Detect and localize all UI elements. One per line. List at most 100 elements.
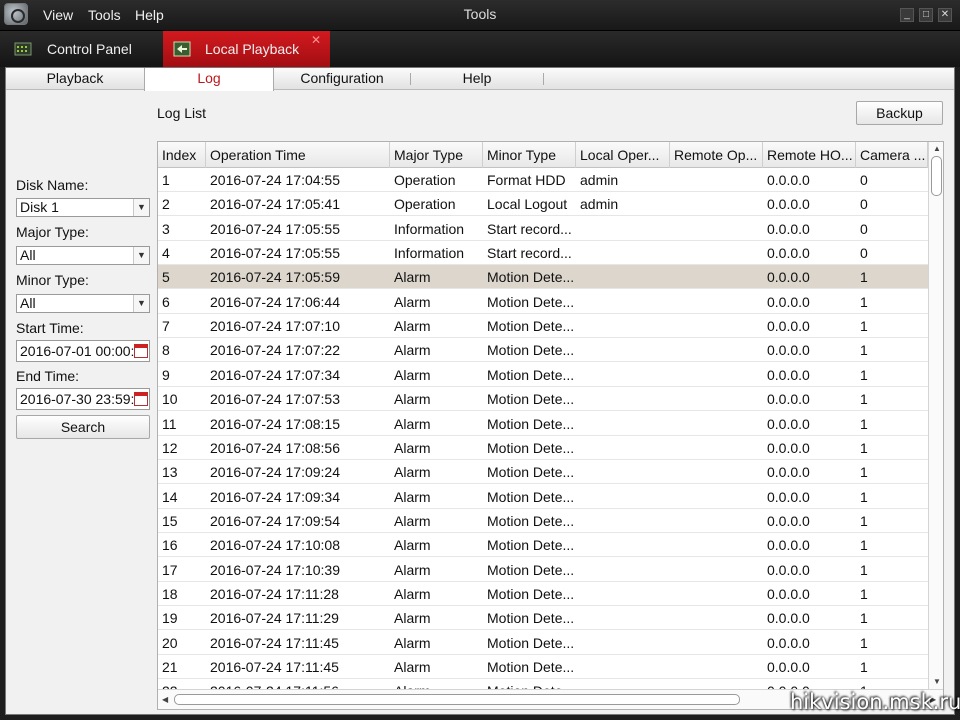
table-cell	[576, 412, 670, 436]
table-cell: Motion Dete...	[487, 634, 575, 651]
tab-playback[interactable]: Playback	[6, 68, 144, 90]
minimize-icon[interactable]: _	[900, 8, 914, 22]
table-cell: 2016-07-24 17:09:34	[210, 488, 340, 505]
vertical-scrollbar[interactable]: ▲ ▼	[928, 142, 943, 689]
table-cell: Local Logout	[487, 196, 568, 213]
table-cell: Alarm	[394, 439, 431, 456]
table-cell: Motion Dete...	[487, 391, 575, 408]
disk-name-select[interactable]: Disk 1 ▼	[16, 198, 150, 217]
table-row[interactable]: 21 2016-07-24 17:11:45 Alarm Motion Dete...…	[158, 655, 928, 679]
table-row[interactable]: 17 2016-07-24 17:10:39 Alarm Motion Dete...…	[158, 558, 928, 582]
table-row[interactable]: 20 2016-07-24 17:11:45 Alarm Motion Dete...…	[158, 631, 928, 655]
table-cell: 0	[860, 245, 868, 262]
scroll-up-icon[interactable]: ▲	[933, 144, 941, 153]
calendar-icon[interactable]	[134, 344, 148, 358]
table-cell: 0.0.0.0	[767, 415, 810, 432]
table-row[interactable]: 15 2016-07-24 17:09:54 Alarm Motion Dete...…	[158, 509, 928, 533]
table-cell: Information	[394, 220, 465, 237]
start-time-label: Start Time:	[16, 320, 84, 336]
column-header[interactable]: Remote Op...	[670, 142, 763, 168]
table-row[interactable]: 8 2016-07-24 17:07:22 Alarm Motion Dete... 0…	[158, 338, 928, 363]
table-row[interactable]: 19 2016-07-24 17:11:29 Alarm Motion Dete...…	[158, 606, 928, 631]
tab-configuration[interactable]: Configuration	[274, 68, 410, 90]
table-cell: 0.0.0.0	[767, 610, 810, 627]
table-row[interactable]: 16 2016-07-24 17:10:08 Alarm Motion Dete...…	[158, 533, 928, 558]
table-cell: Motion Dete...	[487, 512, 575, 529]
table-row[interactable]: 3 2016-07-24 17:05:55 Information Start rec…	[158, 217, 928, 241]
table-cell: 0.0.0.0	[767, 196, 810, 213]
menu-help[interactable]: Help	[135, 7, 164, 23]
table-cell: 1	[860, 391, 868, 408]
tab-control-panel[interactable]: Control Panel	[0, 31, 160, 68]
column-header[interactable]: Remote HO...	[763, 142, 856, 168]
backup-button[interactable]: Backup	[856, 101, 943, 125]
table-row[interactable]: 7 2016-07-24 17:07:10 Alarm Motion Dete... 0…	[158, 314, 928, 339]
horizontal-scroll-thumb[interactable]	[174, 694, 740, 705]
app-logo-icon	[4, 3, 28, 25]
column-header[interactable]: Minor Type	[483, 142, 576, 168]
table-row[interactable]: 6 2016-07-24 17:06:44 Alarm Motion Dete... 0…	[158, 290, 928, 314]
end-time-field[interactable]: 2016-07-30 23:59:	[16, 388, 150, 410]
table-row[interactable]: 222016-07-24 17:11:56AlarmMotion Dete...…	[158, 679, 928, 689]
table-cell: 0.0.0.0	[767, 172, 810, 188]
scroll-down-icon[interactable]: ▼	[933, 677, 941, 686]
start-time-field[interactable]: 2016-07-01 00:00:	[16, 340, 150, 362]
menu-view[interactable]: View	[43, 7, 73, 23]
table-cell	[670, 679, 763, 689]
table-cell: 2016-07-24 17:11:56	[206, 679, 390, 689]
chevron-down-icon[interactable]: ▼	[133, 295, 149, 312]
table-cell: Information	[394, 245, 465, 262]
column-header[interactable]: Local Oper...	[576, 142, 670, 168]
chevron-down-icon[interactable]: ▼	[133, 199, 149, 216]
table-cell: 8	[162, 342, 170, 359]
table-row[interactable]: 14 2016-07-24 17:09:34 Alarm Motion Dete...…	[158, 485, 928, 509]
major-type-select[interactable]: All ▼	[16, 246, 150, 265]
table-row[interactable]: 18 2016-07-24 17:11:28 Alarm Motion Dete...…	[158, 582, 928, 606]
table-cell	[576, 485, 670, 509]
main-content: Playback Log Configuration Help Disk Nam…	[5, 67, 955, 715]
minor-type-select[interactable]: All ▼	[16, 294, 150, 313]
menu-tools[interactable]: Tools	[88, 7, 121, 23]
vertical-scroll-thumb[interactable]	[931, 156, 942, 196]
table-row[interactable]: 5 2016-07-24 17:05:59 Alarm Motion Dete... 0…	[158, 265, 928, 290]
table-cell: Motion Dete...	[487, 488, 575, 505]
table-cell: 0.0.0.0	[767, 269, 810, 286]
column-header[interactable]: Camera ...	[856, 142, 928, 168]
table-cell: 1	[860, 537, 868, 554]
tab-local-playback[interactable]: Local Playback ✕	[163, 31, 330, 68]
restore-icon[interactable]: □	[919, 8, 933, 22]
tab-help[interactable]: Help	[411, 68, 543, 90]
table-cell: Alarm	[394, 634, 431, 651]
table-row[interactable]: 13 2016-07-24 17:09:24 Alarm Motion Dete...…	[158, 460, 928, 485]
column-header[interactable]: Operation Time	[206, 142, 390, 168]
table-row[interactable]: 12 2016-07-24 17:08:56 Alarm Motion Dete...…	[158, 436, 928, 460]
table-cell	[576, 265, 670, 289]
column-header[interactable]: Index	[158, 142, 206, 168]
close-tab-icon[interactable]: ✕	[311, 33, 321, 47]
table-cell: 18	[162, 585, 178, 602]
close-icon[interactable]: ✕	[938, 8, 952, 22]
table-row[interactable]: 4 2016-07-24 17:05:55 Information Start rec…	[158, 241, 928, 266]
table-row[interactable]: 2 2016-07-24 17:05:41 Operation Local Logou…	[158, 192, 928, 217]
tab-log[interactable]: Log	[144, 68, 274, 91]
table-row[interactable]: 1 2016-07-24 17:04:55 Operation Format HDD a…	[158, 168, 928, 192]
table-cell	[576, 582, 670, 606]
table-cell: 22	[158, 679, 206, 689]
table-row[interactable]: 11 2016-07-24 17:08:15 Alarm Motion Dete...…	[158, 412, 928, 436]
column-header[interactable]: Major Type	[390, 142, 483, 168]
table-cell: 2016-07-24 17:09:24	[210, 464, 340, 481]
calendar-icon[interactable]	[134, 392, 148, 406]
table-cell: 5	[162, 269, 170, 286]
table-row[interactable]: 9 2016-07-24 17:07:34 Alarm Motion Dete... 0…	[158, 363, 928, 387]
table-cell: 1	[860, 659, 868, 675]
scroll-left-icon[interactable]: ◀	[162, 695, 168, 704]
search-button[interactable]: Search	[16, 415, 150, 439]
table-cell: 1	[162, 172, 170, 188]
chevron-down-icon[interactable]: ▼	[133, 247, 149, 264]
table-cell: 0.0.0.0	[767, 512, 810, 529]
module-tab-bar: Control Panel Local Playback ✕	[0, 30, 960, 68]
table-cell: 1	[860, 561, 868, 578]
table-row[interactable]: 10 2016-07-24 17:07:53 Alarm Motion Dete...…	[158, 387, 928, 412]
end-time-label: End Time:	[16, 368, 80, 384]
table-cell	[670, 241, 763, 265]
